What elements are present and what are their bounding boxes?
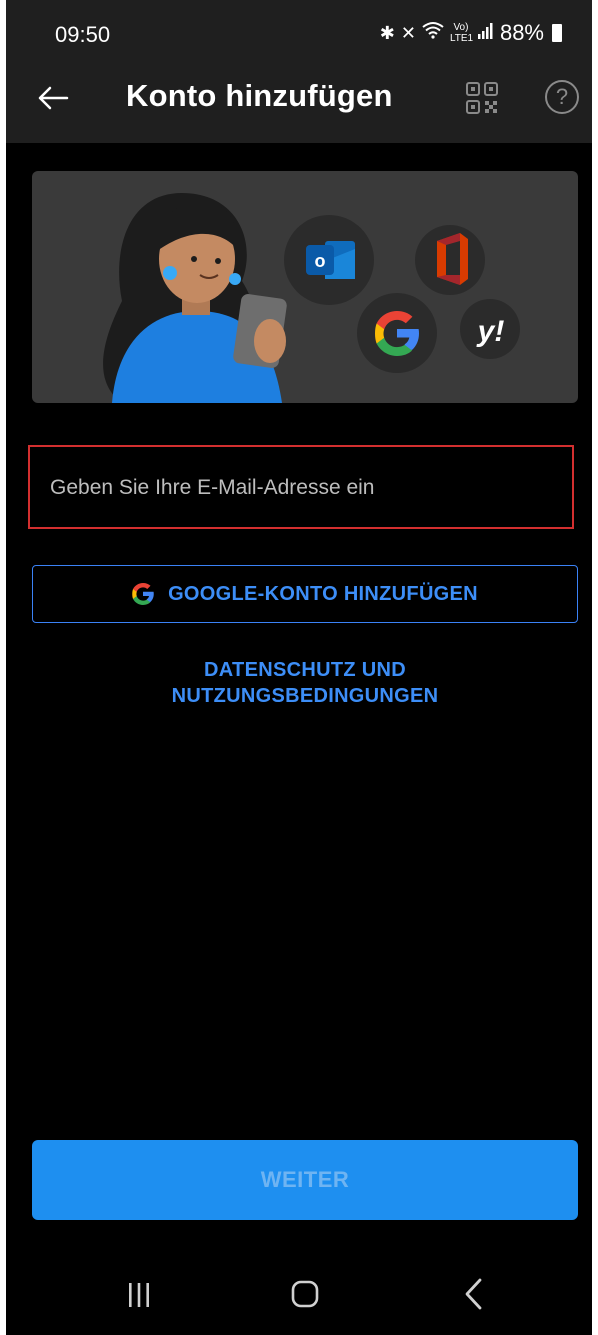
- status-icons: ✱ ✕ Vo) LTE1 88%: [380, 20, 562, 46]
- hero-art: o y!: [103, 193, 520, 403]
- outlook-icon: o: [306, 241, 355, 279]
- privacy-link-line2: NUTZUNGSBEDINGUNGEN: [171, 685, 439, 707]
- google-g-icon: [132, 583, 154, 605]
- top-bar: 09:50 ✱ ✕ Vo) LTE1 88% Konto hinzufügen …: [6, 0, 592, 143]
- privacy-terms-link[interactable]: DATENSCHUTZ UND NUTZUNGSBEDINGUNGEN: [32, 657, 578, 709]
- status-time: 09:50: [55, 22, 111, 47]
- home-icon[interactable]: [290, 1279, 320, 1309]
- mute-icon: ✕: [400, 23, 416, 43]
- recents-icon[interactable]: [124, 1281, 154, 1309]
- page-title: Konto hinzufügen: [126, 78, 393, 113]
- phone-screen: 09:50 ✱ ✕ Vo) LTE1 88% Konto hinzufügen …: [6, 0, 592, 1335]
- continue-button-label: WEITER: [260, 1167, 350, 1192]
- add-google-account-button[interactable]: GOOGLE-KONTO HINZUFÜGEN: [32, 565, 578, 623]
- continue-button[interactable]: WEITER: [32, 1140, 578, 1220]
- system-nav-bar: [6, 1255, 592, 1335]
- qr-code-icon: [466, 82, 498, 114]
- battery-percent: 88%: [499, 20, 544, 45]
- network-label: Vo) LTE1: [449, 22, 474, 44]
- privacy-link-line1: DATENSCHUTZ UND: [204, 659, 406, 681]
- outlook-letter: o: [315, 251, 326, 271]
- back-icon[interactable]: [462, 1277, 486, 1311]
- office-icon: [437, 233, 468, 285]
- arrow-left-icon: [38, 86, 69, 110]
- qr-code-button[interactable]: [464, 80, 500, 116]
- earring: [163, 266, 177, 280]
- hero-illustration: o y!: [32, 171, 578, 403]
- signal-icon: [477, 21, 494, 45]
- back-button[interactable]: [30, 75, 76, 121]
- help-icon: ?: [555, 84, 569, 109]
- email-input[interactable]: [48, 469, 552, 507]
- yahoo-icon: y!: [476, 315, 505, 348]
- email-field-container: [28, 445, 574, 529]
- help-button[interactable]: ?: [545, 80, 579, 114]
- bluetooth-icon: ✱: [379, 23, 395, 43]
- battery-icon: [552, 24, 562, 42]
- google-button-label: GOOGLE-KONTO HINZUFÜGEN: [168, 582, 478, 605]
- wifi-icon: [422, 21, 444, 45]
